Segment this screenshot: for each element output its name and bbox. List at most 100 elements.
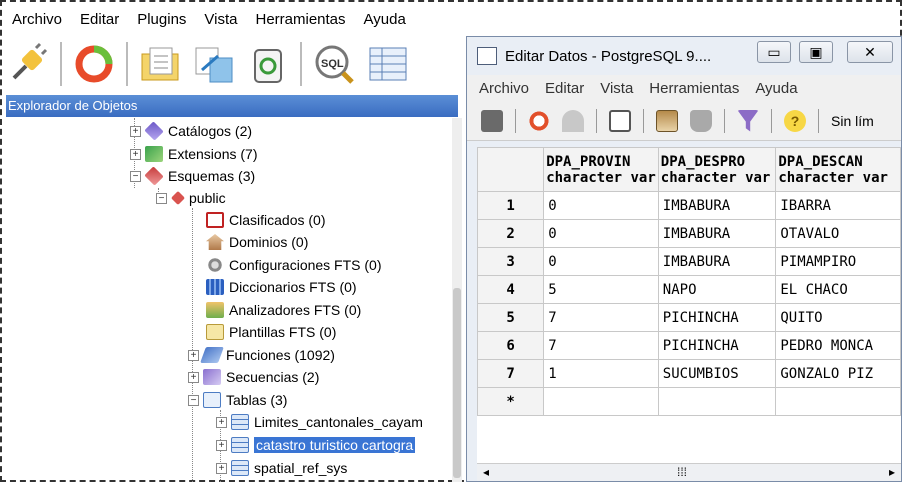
table-row[interactable]: 7 1 SUCUMBIOS GONZALO PIZ [477, 359, 901, 388]
cell[interactable]: 1 [543, 359, 659, 388]
expand-icon[interactable]: + [130, 148, 141, 160]
menu-archivo[interactable]: Archivo [479, 80, 529, 97]
expand-icon[interactable]: + [130, 125, 141, 137]
cell[interactable]: QUITO [775, 303, 901, 332]
menu-herramientas[interactable]: Herramientas [649, 80, 739, 97]
new-row[interactable]: * [477, 387, 901, 416]
cell[interactable]: EL CHACO [775, 275, 901, 304]
tree-item-extensions[interactable]: + Extensions (7) [130, 143, 257, 165]
table-row[interactable]: 5 7 PICHINCHA QUITO [477, 303, 901, 332]
tree-scrollbar[interactable] [452, 118, 462, 482]
tree-item-config-fts[interactable]: Configuraciones FTS (0) [206, 254, 382, 276]
edit-data-titlebar[interactable]: Editar Datos - PostgreSQL 9.... [467, 37, 901, 75]
cell[interactable]: PICHINCHA [657, 303, 777, 332]
tree-item-clasificados[interactable]: Clasificados (0) [206, 209, 325, 231]
cell[interactable]: SUCUMBIOS [657, 359, 777, 388]
menu-ayuda[interactable]: Ayuda [755, 80, 797, 97]
table-row[interactable]: 3 0 IMBABURA PIMAMPIRO [477, 247, 901, 276]
cell[interactable]: IMBABURA [657, 191, 777, 220]
tree-item-public[interactable]: − public [156, 187, 226, 209]
delete-icon[interactable] [246, 42, 290, 86]
expand-icon[interactable]: + [216, 462, 227, 474]
export-icon[interactable] [192, 42, 236, 86]
expand-icon[interactable]: + [216, 416, 227, 428]
cell[interactable]: GONZALO PIZ [775, 359, 901, 388]
menu-plugins[interactable]: Plugins [131, 8, 198, 32]
menu-vista[interactable]: Vista [600, 80, 633, 97]
cell[interactable]: 0 [543, 247, 659, 276]
tree-item-secuencias[interactable]: + Secuencias (2) [188, 366, 319, 388]
tree-item-funciones[interactable]: + Funciones (1092) [188, 344, 335, 366]
table-row[interactable]: 6 7 PICHINCHA PEDRO MONCA [477, 331, 901, 360]
tree-item-dominios[interactable]: Dominios (0) [206, 231, 308, 253]
menu-editar[interactable]: Editar [74, 8, 131, 32]
table-row[interactable]: 1 0 IMBABURA IBARRA [477, 191, 901, 220]
collapse-icon[interactable]: − [188, 394, 199, 406]
plug-icon[interactable] [6, 42, 50, 86]
row-number[interactable]: 7 [477, 359, 545, 388]
grid-icon[interactable] [366, 42, 410, 86]
cell[interactable] [657, 387, 777, 416]
undo-icon[interactable] [562, 109, 584, 132]
cell[interactable]: 5 [543, 275, 659, 304]
filter-icon[interactable] [737, 109, 759, 132]
tree-item-tablas[interactable]: − Tablas (3) [188, 389, 287, 411]
expand-icon[interactable]: + [216, 439, 227, 451]
row-number[interactable]: 2 [477, 219, 545, 248]
grid-horizontal-scrollbar[interactable]: ◂ ⁞⁞⁞ ▸ [477, 463, 901, 481]
paste-icon[interactable] [656, 109, 678, 132]
cell[interactable]: 7 [543, 303, 659, 332]
scroll-right-icon[interactable]: ▸ [889, 465, 895, 479]
corner-cell[interactable] [477, 147, 545, 192]
cell[interactable]: IBARRA [775, 191, 901, 220]
tree-item-plant-fts[interactable]: Plantillas FTS (0) [206, 321, 336, 343]
cell[interactable]: NAPO [657, 275, 777, 304]
tree-item-table-catastro[interactable]: + catastro turistico cartogra [216, 434, 416, 456]
cell[interactable]: PIMAMPIRO [775, 247, 901, 276]
delete-row-icon[interactable] [690, 109, 712, 132]
tree-item-catalogos[interactable]: + Catálogos (2) [130, 120, 252, 142]
refresh-icon[interactable] [72, 42, 116, 86]
save-icon[interactable] [481, 109, 503, 132]
scroll-grip-icon[interactable]: ⁞⁞⁞ [677, 465, 687, 479]
cell[interactable]: 0 [543, 219, 659, 248]
maximize-button[interactable]: ▣ [799, 41, 833, 63]
table-row[interactable]: 2 0 IMBABURA OTAVALO [477, 219, 901, 248]
scrollbar-thumb[interactable] [453, 288, 461, 478]
tree-item-table-spatial[interactable]: + spatial_ref_sys [216, 457, 347, 479]
column-header[interactable]: DPA_DESPRO character var [657, 147, 777, 192]
cell[interactable] [543, 387, 659, 416]
row-number[interactable]: 5 [477, 303, 545, 332]
cell[interactable]: 7 [543, 331, 659, 360]
expand-icon[interactable]: + [188, 371, 199, 383]
collapse-icon[interactable]: − [156, 192, 167, 204]
scroll-left-icon[interactable]: ◂ [483, 465, 489, 479]
sql-icon[interactable]: SQL [312, 42, 356, 86]
cell[interactable]: PICHINCHA [657, 331, 777, 360]
row-number[interactable]: 4 [477, 275, 545, 304]
row-limit-select[interactable]: Sin lím [831, 113, 874, 129]
cell[interactable] [775, 387, 901, 416]
row-number[interactable]: 3 [477, 247, 545, 276]
cell[interactable]: IMBABURA [657, 219, 777, 248]
copy-icon[interactable] [609, 109, 631, 132]
row-number[interactable]: * [477, 387, 545, 416]
tree-item-table-limites[interactable]: + Limites_cantonales_cayam [216, 411, 423, 433]
column-header[interactable]: DPA_DESCAN character var [775, 147, 901, 192]
folder-properties-icon[interactable] [138, 42, 182, 86]
table-row[interactable]: 4 5 NAPO EL CHACO [477, 275, 901, 304]
cell[interactable]: OTAVALO [775, 219, 901, 248]
minimize-button[interactable]: ▭ [757, 41, 791, 63]
cell[interactable]: 0 [543, 191, 659, 220]
expand-icon[interactable]: + [188, 349, 199, 361]
menu-ayuda[interactable]: Ayuda [358, 8, 418, 32]
cell[interactable]: PEDRO MONCA [775, 331, 901, 360]
column-header[interactable]: DPA_PROVIN character var [543, 147, 659, 192]
row-number[interactable]: 6 [477, 331, 545, 360]
menu-archivo[interactable]: Archivo [6, 8, 74, 32]
menu-herramientas[interactable]: Herramientas [250, 8, 358, 32]
help-icon[interactable]: ? [784, 109, 806, 132]
tree-item-dicc-fts[interactable]: Diccionarios FTS (0) [206, 276, 357, 298]
tree-item-esquemas[interactable]: − Esquemas (3) [130, 165, 255, 187]
close-button[interactable]: ✕ [847, 41, 893, 63]
